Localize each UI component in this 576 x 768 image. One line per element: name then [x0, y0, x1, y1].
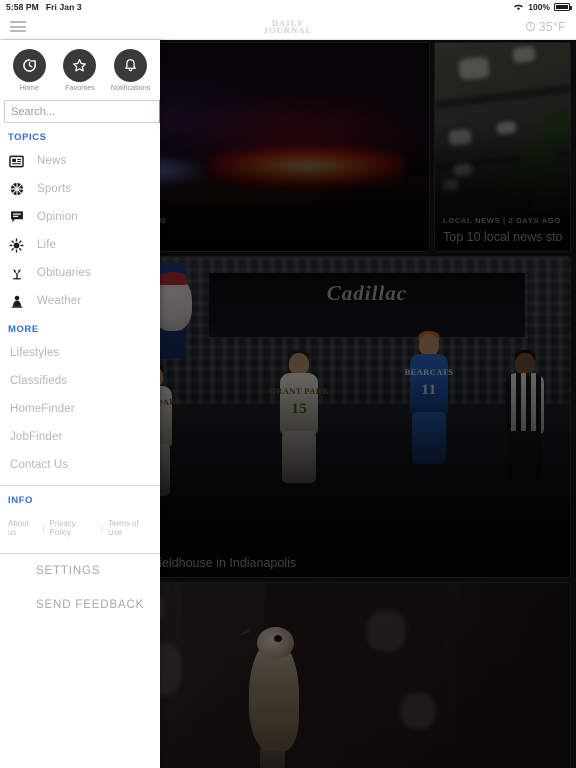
sidebar-item-life[interactable]: Life	[0, 231, 160, 259]
quick-action-label: Home	[19, 85, 39, 92]
sidebar-item-label: Obituaries	[37, 267, 91, 279]
home-refresh-icon	[12, 49, 46, 82]
photo-banner-text: Cadillac	[326, 281, 408, 305]
sidebar-item-label: Life	[37, 239, 57, 251]
quick-action-label: Favorites	[65, 85, 95, 92]
jersey-team-dark: BEARCATS	[404, 366, 454, 377]
news-article-icon	[8, 155, 25, 168]
quick-action-favorites[interactable]: Favorites	[56, 49, 104, 92]
search-input[interactable]	[4, 100, 159, 123]
sidebar-item-label: Sports	[37, 183, 72, 195]
comment-icon	[8, 210, 25, 224]
ios-status-bar: 5:58 PM Fri Jan 3 100%	[0, 0, 576, 14]
app-logo: DAILY JOURNAL	[264, 18, 313, 34]
sidebar-item-weather[interactable]: Weather	[0, 287, 160, 315]
sidebar-item-label: JobFinder	[10, 431, 63, 443]
feed-card-local-news[interactable]: LOCAL NEWS | 2 DAYS AGO Top 10 local new…	[435, 43, 570, 251]
link-separator: |	[42, 523, 45, 533]
weather-temperature: 35°F	[538, 19, 566, 34]
status-date: Fri Jan 3	[45, 2, 82, 12]
status-time: 5:58 PM	[6, 2, 39, 12]
link-terms-of-use[interactable]: Terms of Use	[108, 519, 152, 537]
bell-icon	[114, 49, 148, 82]
sidebar-item-jobfinder[interactable]: JobFinder	[0, 423, 160, 451]
sidebar-item-label: Weather	[37, 295, 82, 307]
app-root: 5:58 PM Fri Jan 3 100% DAILY JOURNAL 35°…	[0, 0, 576, 768]
sidebar-item-classifieds[interactable]: Classifieds	[0, 367, 160, 395]
quick-action-home[interactable]: Home	[5, 49, 53, 92]
section-label-info: INFO	[8, 495, 33, 506]
section-label-more: MORE	[8, 324, 39, 335]
navigation-drawer: Home Favorites Notifications Search... T…	[0, 40, 160, 768]
sidebar-item-lifestyles[interactable]: Lifestyles	[0, 339, 160, 367]
wifi-icon	[514, 4, 524, 11]
sidebar-item-label: Contact Us	[10, 459, 69, 471]
sidebar-item-obituaries[interactable]: Obituaries	[0, 259, 160, 287]
logo-line-2: JOURNAL	[263, 25, 313, 35]
logo-line-1: DAILY	[271, 17, 305, 28]
settings-button[interactable]: SETTINGS	[0, 554, 160, 588]
app-navbar: DAILY JOURNAL 35°F	[0, 14, 576, 40]
hamburger-menu-icon[interactable]	[10, 21, 26, 32]
sidebar-item-label: HomeFinder	[10, 403, 75, 415]
card-headline: Top 10 local news stories: A y	[443, 230, 562, 244]
sidebar-item-opinion[interactable]: Opinion	[0, 203, 160, 231]
send-feedback-button[interactable]: SEND FEEDBACK	[0, 588, 160, 622]
sidebar-item-sports[interactable]: Sports	[0, 175, 160, 203]
battery-full-icon	[554, 3, 572, 11]
sidebar-item-label: Opinion	[37, 211, 78, 223]
star-icon	[63, 49, 97, 82]
link-separator: |	[100, 523, 104, 533]
sidebar-item-news[interactable]: News	[0, 147, 160, 175]
quick-actions-row: Home Favorites Notifications	[0, 40, 160, 98]
search-row: Search	[4, 100, 160, 123]
sun-icon	[8, 237, 25, 253]
status-right-cluster: 100%	[513, 2, 572, 12]
info-links-row: About us | Privacy Policy | Terms of Use	[0, 510, 160, 547]
sidebar-item-label: News	[37, 155, 67, 167]
battery-percent: 100%	[528, 2, 550, 12]
sidebar-item-contact-us[interactable]: Contact Us	[0, 451, 160, 479]
weather-widget[interactable]: 35°F	[525, 20, 566, 34]
link-about-us[interactable]: About us	[8, 519, 37, 537]
flower-icon	[8, 266, 25, 281]
search-button[interactable]: Search	[159, 100, 160, 123]
weather-cloud-icon	[8, 294, 25, 309]
quick-action-label: Notifications	[110, 85, 151, 92]
quick-action-notifications[interactable]: Notifications	[107, 49, 155, 92]
weather-icon	[525, 21, 535, 32]
basketball-icon	[8, 182, 25, 196]
link-privacy-policy[interactable]: Privacy Policy	[50, 519, 96, 537]
section-label-topics: TOPICS	[8, 132, 47, 143]
sidebar-item-homefinder[interactable]: HomeFinder	[0, 395, 160, 423]
sidebar-item-label: Lifestyles	[10, 347, 60, 359]
card-category-time: LOCAL NEWS | 2 DAYS AGO	[443, 216, 561, 225]
sidebar-item-label: Classifieds	[10, 375, 68, 387]
